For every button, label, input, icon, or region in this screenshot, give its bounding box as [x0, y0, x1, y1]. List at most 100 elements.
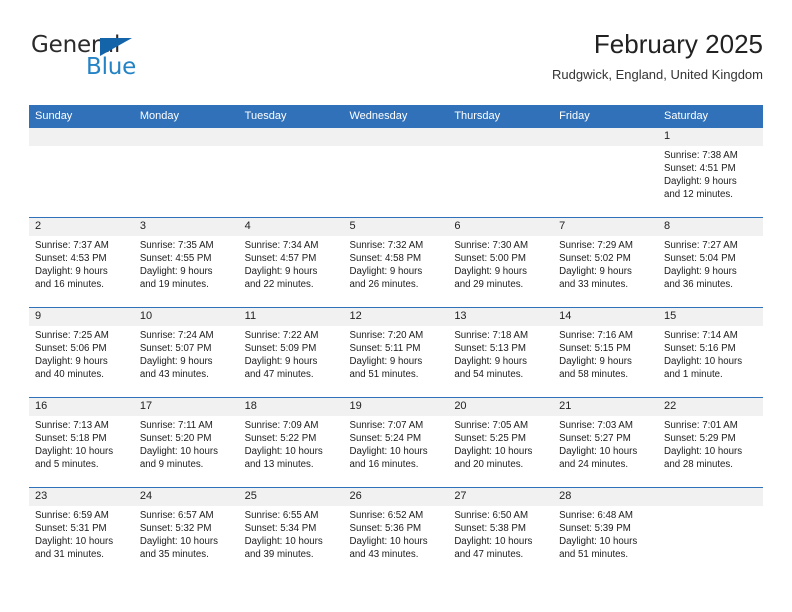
- calendar-day-cell[interactable]: 10 Sunrise: 7:24 AM Sunset: 5:07 PM Dayligh…: [133, 307, 239, 398]
- calendar-body: 1 Sunrise: 7:38 AM Sunset: 4:51 PM Daylight…: [29, 128, 763, 577]
- day-number: [343, 128, 449, 146]
- day-number: 13: [448, 308, 554, 326]
- day-details: Sunrise: 7:29 AM Sunset: 5:02 PM Daylight:…: [553, 236, 658, 291]
- day-number: 27: [448, 488, 554, 506]
- day-number: 16: [29, 398, 134, 416]
- calendar-day-cell[interactable]: 7 Sunrise: 7:29 AM Sunset: 5:02 PM Daylight…: [553, 217, 659, 308]
- day-number: [238, 128, 344, 146]
- day-details: Sunrise: 6:48 AM Sunset: 5:39 PM Daylight:…: [553, 506, 658, 561]
- sunset-text: Sunset: 4:53 PM: [35, 253, 107, 264]
- daylight-text-line2: and 5 minutes.: [35, 459, 99, 470]
- day-details: Sunrise: 7:38 AM Sunset: 4:51 PM Daylight:…: [658, 146, 763, 201]
- calendar-day-cell[interactable]: 9 Sunrise: 7:25 AM Sunset: 5:06 PM Daylight…: [29, 307, 134, 398]
- daylight-text-line1: Daylight: 9 hours: [349, 356, 423, 367]
- sunset-text: Sunset: 5:32 PM: [139, 523, 212, 534]
- calendar-day-cell[interactable]: 17 Sunrise: 7:11 AM Sunset: 5:20 PM Dayligh…: [133, 397, 239, 488]
- daylight-text-line1: Daylight: 9 hours: [454, 356, 528, 367]
- sunset-text: Sunset: 5:07 PM: [139, 343, 212, 354]
- day-number: 9: [29, 308, 134, 326]
- daylight-text-line2: and 40 minutes.: [35, 369, 104, 380]
- calendar-day-cell[interactable]: 23 Sunrise: 6:59 AM Sunset: 5:31 PM Dayligh…: [29, 487, 134, 577]
- sunrise-text: Sunrise: 7:35 AM: [139, 240, 214, 251]
- day-number: 11: [238, 308, 344, 326]
- daylight-text-line1: Daylight: 9 hours: [349, 266, 423, 277]
- day-number: 10: [133, 308, 239, 326]
- weekday-header-row: Sunday Monday Tuesday Wednesday Thursday…: [29, 105, 763, 128]
- day-number: 21: [553, 398, 659, 416]
- title-block: February 2025 Rudgwick, England, United …: [552, 28, 763, 83]
- daylight-text-line1: Daylight: 9 hours: [139, 356, 213, 367]
- weekday-header-thursday: Thursday: [448, 105, 554, 128]
- daylight-text-line1: Daylight: 10 hours: [454, 536, 533, 547]
- calendar-day-cell[interactable]: 24 Sunrise: 6:57 AM Sunset: 5:32 PM Dayligh…: [133, 487, 239, 577]
- daylight-text-line2: and 28 minutes.: [664, 459, 733, 470]
- calendar-day-cell[interactable]: 26 Sunrise: 6:52 AM Sunset: 5:36 PM Dayligh…: [343, 487, 449, 577]
- daylight-text-line2: and 36 minutes.: [664, 279, 733, 290]
- calendar-day-cell[interactable]: 22 Sunrise: 7:01 AM Sunset: 5:29 PM Dayligh…: [658, 397, 763, 488]
- calendar-day-cell[interactable]: 6 Sunrise: 7:30 AM Sunset: 5:00 PM Daylight…: [448, 217, 554, 308]
- daylight-text-line2: and 9 minutes.: [139, 459, 204, 470]
- day-number: 1: [658, 128, 763, 146]
- daylight-text-line2: and 22 minutes.: [244, 279, 314, 290]
- calendar-day-cell[interactable]: 21 Sunrise: 7:03 AM Sunset: 5:27 PM Dayligh…: [553, 397, 659, 488]
- day-number: 3: [133, 218, 239, 236]
- sunrise-text: Sunrise: 7:01 AM: [664, 420, 738, 431]
- sunset-text: Sunset: 5:24 PM: [349, 433, 422, 444]
- calendar-day-cell[interactable]: 15 Sunrise: 7:14 AM Sunset: 5:16 PM Dayligh…: [658, 307, 763, 398]
- calendar-day-cell[interactable]: 28 Sunrise: 6:48 AM Sunset: 5:39 PM Dayligh…: [553, 487, 659, 577]
- calendar-day-cell[interactable]: 13 Sunrise: 7:18 AM Sunset: 5:13 PM Dayligh…: [448, 307, 554, 398]
- calendar-day-cell[interactable]: 11 Sunrise: 7:22 AM Sunset: 5:09 PM Dayligh…: [238, 307, 344, 398]
- sunset-text: Sunset: 5:06 PM: [35, 343, 107, 354]
- sunset-text: Sunset: 5:34 PM: [244, 523, 317, 534]
- day-number: 28: [553, 488, 659, 506]
- general-blue-logo[interactable]: General Blue: [29, 34, 259, 90]
- day-number: 6: [448, 218, 554, 236]
- daylight-text-line2: and 33 minutes.: [559, 279, 629, 290]
- calendar-day-cell[interactable]: 20 Sunrise: 7:05 AM Sunset: 5:25 PM Dayligh…: [448, 397, 554, 488]
- calendar-day-cell[interactable]: 5 Sunrise: 7:32 AM Sunset: 4:58 PM Daylight…: [343, 217, 449, 308]
- day-details: Sunrise: 7:05 AM Sunset: 5:25 PM Daylight:…: [448, 416, 553, 471]
- sunset-text: Sunset: 5:13 PM: [454, 343, 526, 354]
- sunset-text: Sunset: 5:25 PM: [454, 433, 526, 444]
- calendar-day-cell[interactable]: 2 Sunrise: 7:37 AM Sunset: 4:53 PM Daylight…: [29, 217, 134, 308]
- day-number: 7: [553, 218, 659, 236]
- calendar-day-cell[interactable]: 16 Sunrise: 7:13 AM Sunset: 5:18 PM Dayligh…: [29, 397, 134, 488]
- calendar-cell-empty: [238, 128, 344, 218]
- sunset-text: Sunset: 5:20 PM: [139, 433, 212, 444]
- day-number: 5: [343, 218, 449, 236]
- weekday-header-wednesday: Wednesday: [343, 105, 449, 128]
- calendar-cell-empty: [133, 128, 239, 218]
- calendar-page: General Blue February 2025 Rudgwick, Eng…: [0, 0, 792, 612]
- calendar-day-cell[interactable]: 8 Sunrise: 7:27 AM Sunset: 5:04 PM Daylight…: [658, 217, 763, 308]
- calendar-day-cell[interactable]: 3 Sunrise: 7:35 AM Sunset: 4:55 PM Daylight…: [133, 217, 239, 308]
- day-details: Sunrise: 7:34 AM Sunset: 4:57 PM Daylight:…: [239, 236, 344, 291]
- calendar-day-cell[interactable]: 4 Sunrise: 7:34 AM Sunset: 4:57 PM Daylight…: [238, 217, 344, 308]
- calendar-week-row: 9 Sunrise: 7:25 AM Sunset: 5:06 PM Daylight…: [29, 307, 763, 398]
- sunrise-text: Sunrise: 6:52 AM: [349, 510, 424, 521]
- calendar-day-cell[interactable]: 1 Sunrise: 7:38 AM Sunset: 4:51 PM Daylight…: [658, 128, 763, 218]
- sunrise-text: Sunrise: 7:38 AM: [664, 150, 738, 161]
- sunrise-text: Sunrise: 7:09 AM: [244, 420, 319, 431]
- daylight-text-line1: Daylight: 9 hours: [454, 266, 528, 277]
- sunset-text: Sunset: 5:16 PM: [664, 343, 736, 354]
- day-details: Sunrise: 7:01 AM Sunset: 5:29 PM Daylight:…: [658, 416, 763, 471]
- day-details: Sunrise: 7:24 AM Sunset: 5:07 PM Daylight:…: [134, 326, 239, 381]
- calendar-day-cell[interactable]: 18 Sunrise: 7:09 AM Sunset: 5:22 PM Dayligh…: [238, 397, 344, 488]
- daylight-text-line1: Daylight: 9 hours: [244, 356, 318, 367]
- daylight-text-line1: Daylight: 10 hours: [664, 356, 743, 367]
- day-number: 22: [658, 398, 763, 416]
- day-number: 19: [343, 398, 449, 416]
- calendar-day-cell[interactable]: 19 Sunrise: 7:07 AM Sunset: 5:24 PM Dayligh…: [343, 397, 449, 488]
- calendar-day-cell[interactable]: 25 Sunrise: 6:55 AM Sunset: 5:34 PM Dayligh…: [238, 487, 344, 577]
- daylight-text-line2: and 54 minutes.: [454, 369, 524, 380]
- sunrise-text: Sunrise: 6:48 AM: [559, 510, 633, 521]
- daylight-text-line1: Daylight: 10 hours: [139, 446, 218, 457]
- day-number: 14: [553, 308, 659, 326]
- calendar-day-cell[interactable]: 14 Sunrise: 7:16 AM Sunset: 5:15 PM Dayligh…: [553, 307, 659, 398]
- calendar-day-cell[interactable]: 27 Sunrise: 6:50 AM Sunset: 5:38 PM Dayligh…: [448, 487, 554, 577]
- day-number: 18: [238, 398, 344, 416]
- calendar-day-cell[interactable]: 12 Sunrise: 7:20 AM Sunset: 5:11 PM Dayligh…: [343, 307, 449, 398]
- sunrise-text: Sunrise: 7:13 AM: [35, 420, 109, 431]
- day-details: Sunrise: 6:52 AM Sunset: 5:36 PM Daylight:…: [343, 506, 448, 561]
- daylight-text-line2: and 19 minutes.: [139, 279, 209, 290]
